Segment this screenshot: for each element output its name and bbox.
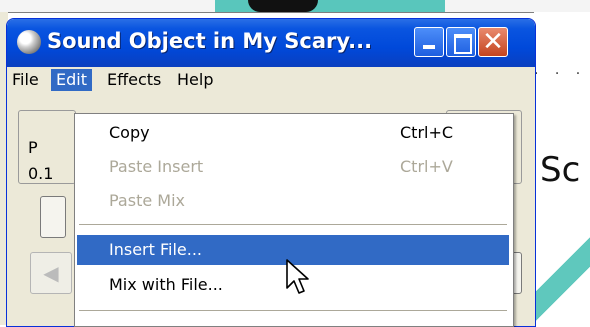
position-value: 0.1 <box>28 164 54 183</box>
menu-file[interactable]: File <box>7 69 44 91</box>
menu-item-copy[interactable]: Copy Ctrl+C <box>77 118 509 148</box>
menu-help[interactable]: Help <box>172 69 218 91</box>
background-doc-text: Sc <box>540 150 581 190</box>
menu-item-paste-mix[interactable]: Paste Mix <box>77 186 509 216</box>
menu-separator <box>79 310 507 312</box>
maximize-icon <box>454 34 472 54</box>
menu-item-label: Insert File... <box>109 240 203 259</box>
minimize-icon <box>423 45 435 49</box>
menu-item-shortcut: Ctrl+C <box>400 123 454 142</box>
menu-effects[interactable]: Effects <box>102 69 166 91</box>
background-ruler: · · · <box>534 66 587 82</box>
window-title: Sound Object in My Scary... <box>47 29 373 53</box>
title-bar[interactable]: Sound Object in My Scary... ✕ <box>7 19 535 67</box>
menu-item-label: Paste Mix <box>109 191 185 210</box>
background-graphic-dark <box>248 0 318 12</box>
menu-item-label: Mix with File... <box>109 275 223 294</box>
menu-item-label: Copy <box>109 123 150 142</box>
background-shape <box>534 235 590 325</box>
menu-separator <box>79 224 507 226</box>
menu-bar: File Edit Effects Help <box>7 67 535 93</box>
menu-item-paste-insert[interactable]: Paste Insert Ctrl+V <box>77 152 509 182</box>
maximize-button[interactable] <box>446 27 476 57</box>
close-button[interactable]: ✕ <box>478 27 508 57</box>
sound-recorder-icon[interactable] <box>17 30 41 54</box>
minimize-button[interactable] <box>414 27 444 57</box>
close-icon: ✕ <box>482 27 504 57</box>
seek-start-button[interactable]: ◀ <box>30 252 72 294</box>
position-label: P <box>28 138 38 157</box>
slider-button[interactable] <box>40 196 66 238</box>
menu-edit[interactable]: Edit <box>51 69 92 91</box>
menu-item-shortcut: Ctrl+V <box>400 157 453 176</box>
mouse-pointer-icon <box>286 259 309 294</box>
menu-item-label: Paste Insert <box>109 157 204 176</box>
